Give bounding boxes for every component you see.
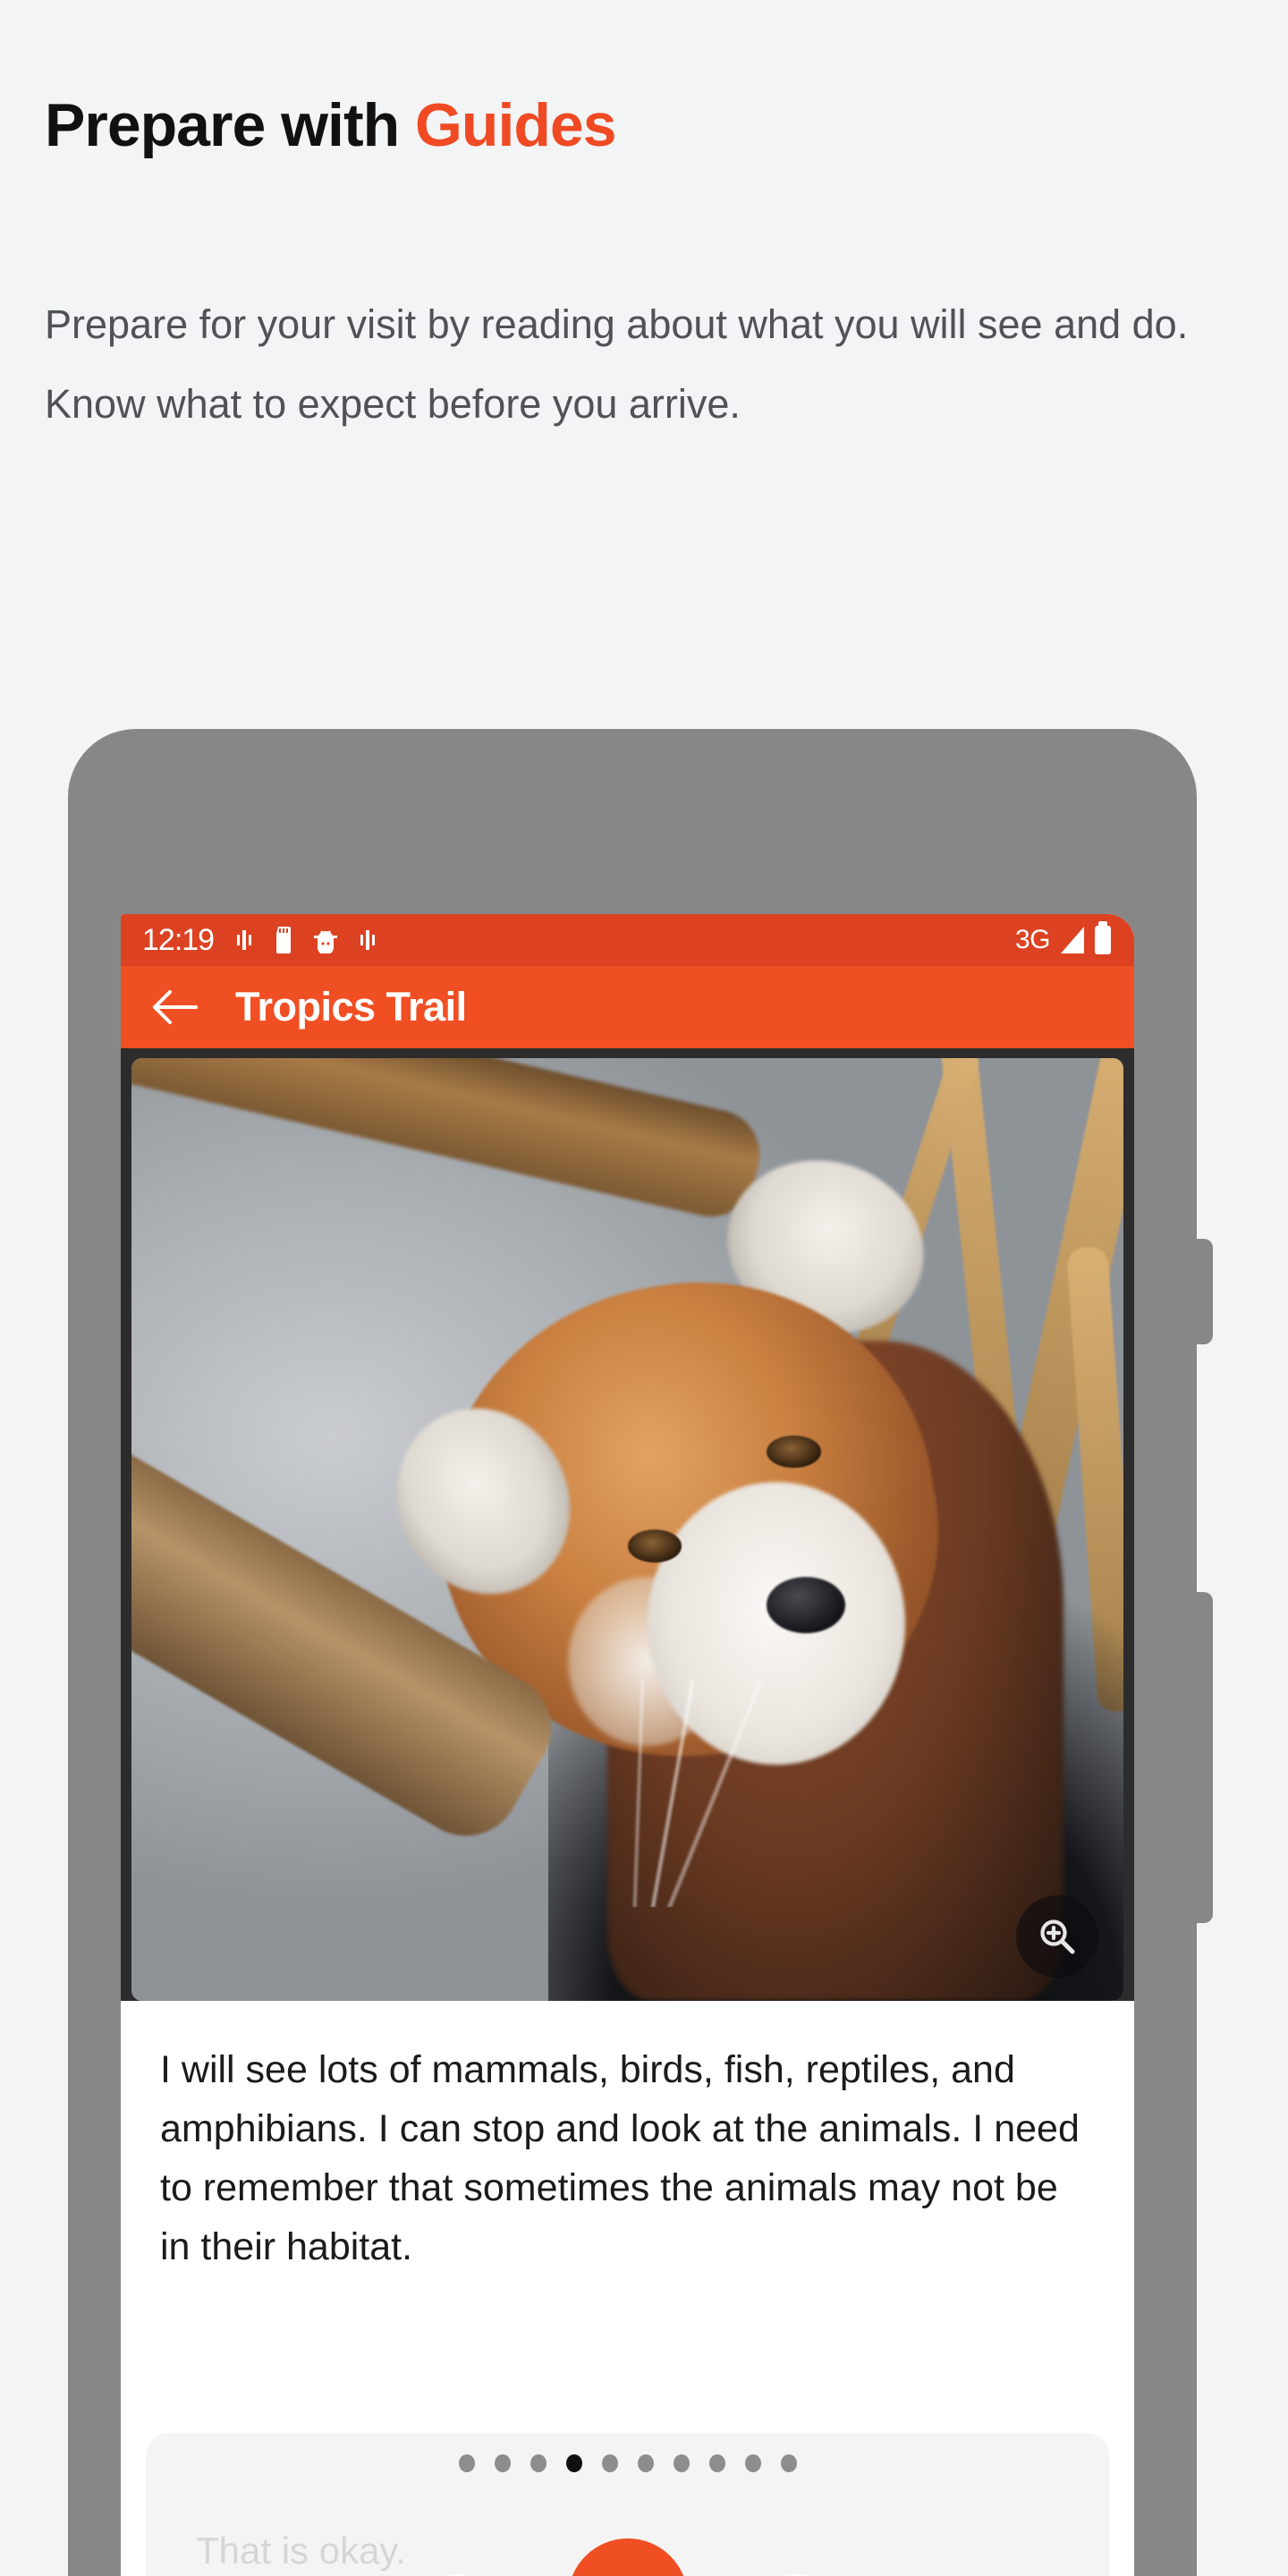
back-arrow-icon[interactable] bbox=[151, 988, 198, 1026]
carousel-dot[interactable] bbox=[530, 2454, 547, 2472]
bottom-sheet: That is okay. bbox=[146, 2433, 1109, 2576]
network-type-label: 3G bbox=[1014, 925, 1051, 954]
sheet-primary-button[interactable] bbox=[567, 2538, 688, 2576]
zoom-in-button[interactable] bbox=[1016, 1895, 1098, 1978]
vibrate-icon bbox=[237, 930, 252, 950]
battery-icon bbox=[1095, 921, 1111, 954]
page-title-accent: Guides bbox=[415, 91, 616, 159]
app-bar-title: Tropics Trail bbox=[235, 984, 467, 1030]
phone-screen: 12:19 3G Tropics Trail I will see lots o… bbox=[121, 914, 1134, 2576]
android-status-bar: 12:19 3G bbox=[121, 914, 1134, 966]
carousel-dot[interactable] bbox=[780, 2454, 797, 2472]
status-left-icons bbox=[233, 927, 378, 953]
app-bar: Tropics Trail bbox=[121, 966, 1134, 1048]
guide-photo[interactable] bbox=[131, 1058, 1123, 2001]
signal-icon bbox=[1061, 927, 1084, 953]
photo-animal-nose bbox=[766, 1576, 846, 1633]
zoom-in-icon bbox=[1040, 1919, 1075, 1954]
phone-volume-button[interactable] bbox=[1195, 1239, 1213, 1344]
marketing-screenshot: Prepare with Guides Prepare for your vis… bbox=[0, 0, 1288, 2576]
page-title-plain: Prepare with bbox=[45, 91, 416, 159]
photo-animal-eye bbox=[766, 1435, 821, 1469]
carousel-dot-active[interactable] bbox=[565, 2454, 582, 2472]
status-right-icons: 3G bbox=[1014, 921, 1111, 955]
status-clock: 12:19 bbox=[142, 922, 215, 957]
carousel-dot[interactable] bbox=[708, 2454, 725, 2472]
carousel-dot[interactable] bbox=[673, 2454, 690, 2472]
carousel-dot[interactable] bbox=[458, 2454, 475, 2472]
sd-card-icon bbox=[276, 927, 292, 953]
carousel-dot[interactable] bbox=[494, 2454, 511, 2472]
phone-power-button[interactable] bbox=[1195, 1592, 1213, 1923]
carousel-dot[interactable] bbox=[637, 2454, 654, 2472]
guide-body-text: I will see lots of mammals, birds, fish,… bbox=[160, 2048, 1080, 2268]
usb-debug-icon bbox=[314, 930, 338, 953]
carousel-dots[interactable] bbox=[146, 2454, 1109, 2472]
vibrate-icon bbox=[360, 930, 376, 950]
carousel-dot[interactable] bbox=[601, 2454, 618, 2472]
sheet-caption: That is okay. bbox=[196, 2529, 406, 2572]
photo-animal-whiskers bbox=[508, 1680, 846, 1907]
page-title: Prepare with Guides bbox=[45, 91, 617, 159]
photo-animal-eye bbox=[627, 1530, 682, 1563]
photo-stage bbox=[121, 1048, 1134, 2001]
page-subtitle: Prepare for your visit by reading about … bbox=[45, 301, 1189, 427]
carousel-dot[interactable] bbox=[744, 2454, 761, 2472]
